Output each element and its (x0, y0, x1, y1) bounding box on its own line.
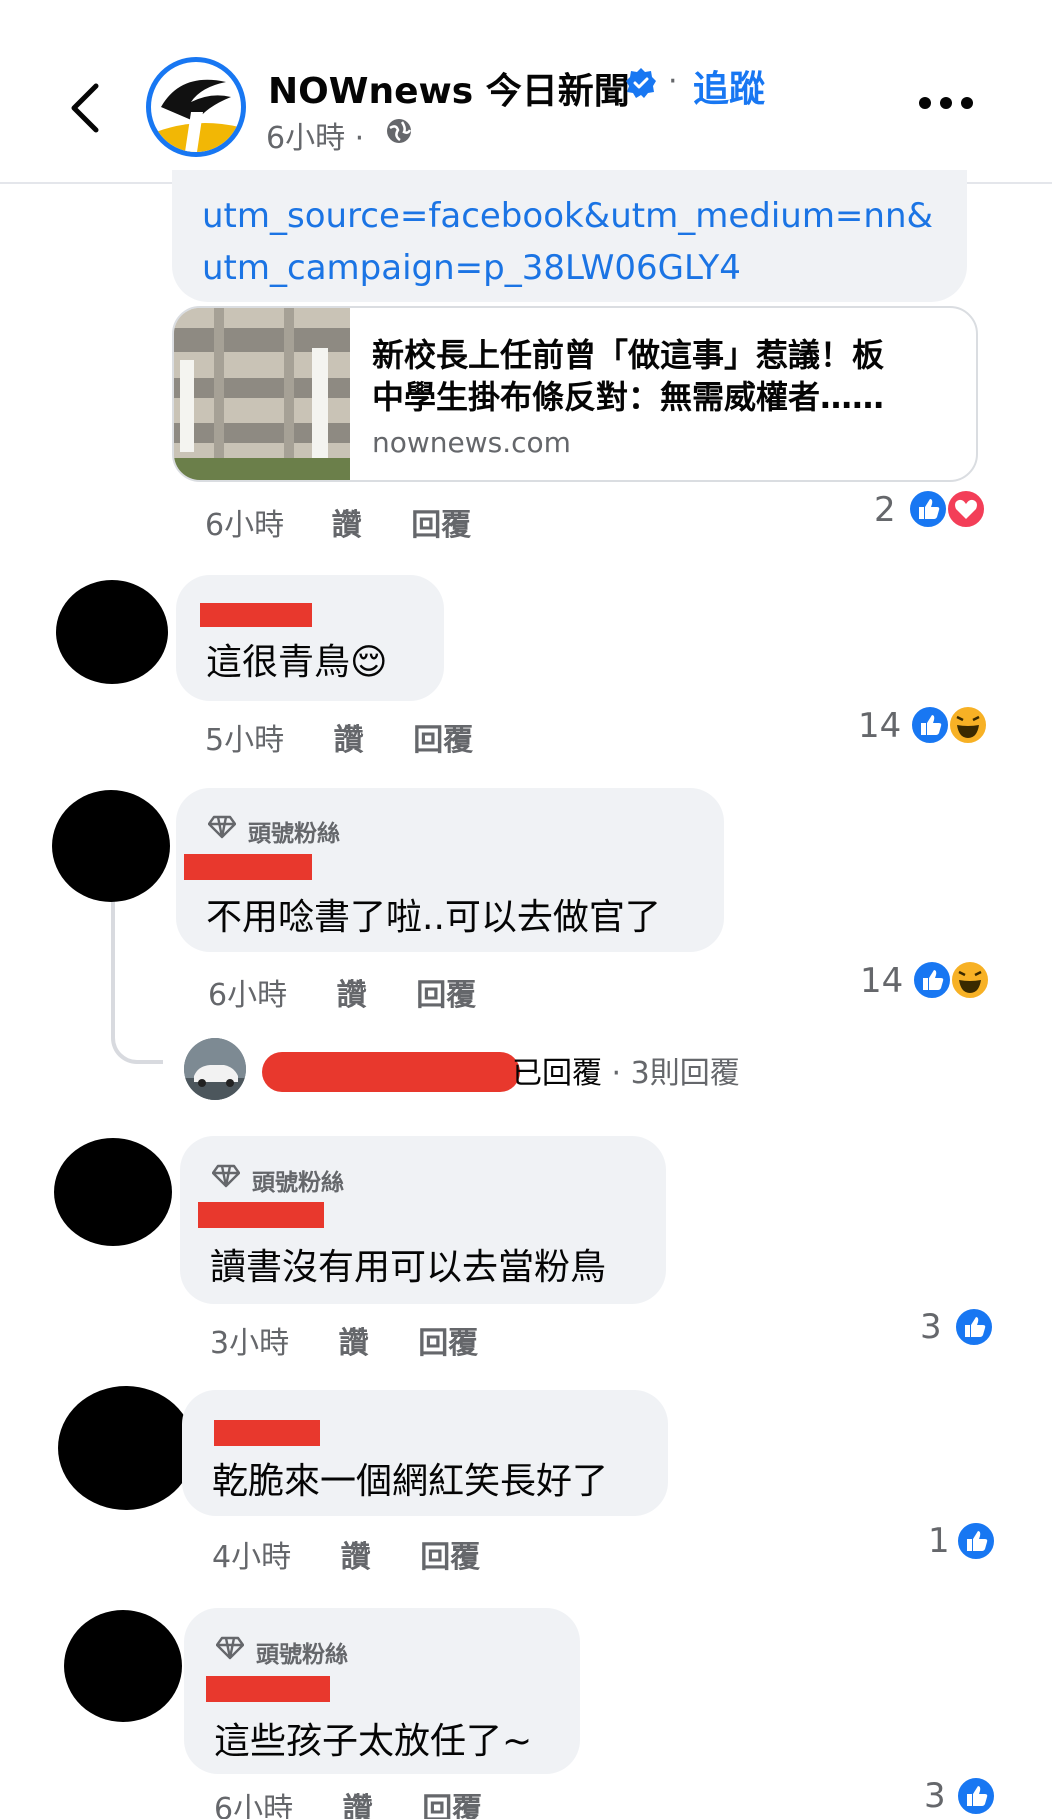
replied-label: 已回覆 (512, 1056, 602, 1091)
comment-time[interactable]: 5小時 (205, 723, 284, 758)
comment-reaction-count[interactable]: 3 (920, 1307, 942, 1347)
follow-button[interactable]: 追蹤 (693, 60, 765, 112)
preview-title[interactable]: 新校長上任前曾「做這事」惹議！板 中學生掛布條反對：無需威權者…… (372, 334, 962, 418)
top-fan-badge: 頭號粉絲 (252, 1170, 344, 1196)
page-name[interactable]: NOWnews 今日新聞 (268, 62, 630, 114)
comment-bubble: 頭號粉絲 讀書沒有用可以去當粉鳥 (180, 1136, 666, 1304)
page-avatar[interactable] (146, 57, 246, 157)
comment-reply-button[interactable]: 回覆 (422, 1792, 482, 1819)
comment-text: 這很青鳥😌 (206, 642, 388, 683)
comment-avatar[interactable] (52, 790, 170, 902)
comment-time[interactable]: 6小時 (208, 978, 287, 1013)
comment-like-button[interactable]: 讚 (341, 1540, 371, 1575)
like-reaction-icon (912, 960, 952, 1000)
comment-avatar[interactable] (56, 580, 168, 684)
comment-meta: 5小時 讚 回覆 (205, 715, 473, 759)
comment-reaction-count[interactable]: 14 (860, 961, 903, 1001)
comment-reaction-count[interactable]: 1 (928, 1521, 950, 1561)
post-like-button[interactable]: 讚 (332, 508, 362, 543)
comment-reaction-count[interactable]: 14 (858, 706, 901, 746)
post-reply-button[interactable]: 回覆 (411, 508, 471, 543)
comment-like-button[interactable]: 讚 (339, 1326, 369, 1361)
back-arrow-icon[interactable] (66, 82, 106, 134)
diamond-fan-icon (216, 1636, 244, 1660)
comment-reply-button[interactable]: 回覆 (420, 1540, 480, 1575)
comment-text: 不用唸書了啦..可以去做官了 (206, 897, 661, 938)
comment-text: 乾脆來一個網紅笑長好了 (212, 1461, 609, 1502)
comment-text: 讀書沒有用可以去當粉鳥 (210, 1247, 607, 1288)
comment-time[interactable]: 6小時 (214, 1792, 293, 1819)
redacted-author-name (214, 1420, 320, 1446)
redacted-author-name (198, 1202, 324, 1228)
comment-like-button[interactable]: 讚 (334, 723, 364, 758)
reply-avatar[interactable] (184, 1038, 246, 1100)
comment-avatar[interactable] (64, 1610, 182, 1722)
comment-meta: 6小時 讚 回覆 (214, 1784, 482, 1819)
redacted-replier-name (262, 1052, 520, 1092)
like-reaction-icon (908, 489, 948, 529)
comment-meta: 4小時 讚 回覆 (212, 1532, 480, 1576)
like-reaction-icon (954, 1307, 994, 1347)
diamond-fan-icon (212, 1164, 240, 1188)
post-link-line-2[interactable]: utm_campaign=p_38LW06GLY4 (202, 242, 937, 294)
replies-summary[interactable]: 已回覆 · 3則回覆 (512, 1048, 740, 1092)
comment-reaction-count[interactable]: 3 (924, 1776, 946, 1816)
replies-count: · 3則回覆 (611, 1056, 740, 1091)
globe-icon (387, 119, 412, 143)
top-fan-badge: 頭號粉絲 (256, 1642, 348, 1668)
comment-like-button[interactable]: 讚 (343, 1792, 373, 1819)
comment-meta: 3小時 讚 回覆 (210, 1318, 478, 1362)
preview-thumbnail (174, 308, 350, 480)
post-header: NOWnews 今日新聞 · 追蹤 6小時 · (0, 0, 1052, 184)
comment-bubble: 這很青鳥😌 (176, 575, 444, 701)
redacted-author-name (206, 1676, 330, 1702)
comment-reply-button[interactable]: 回覆 (418, 1326, 478, 1361)
post-reaction-count[interactable]: 2 (874, 490, 896, 530)
preview-domain: nownews.com (372, 426, 571, 459)
verified-badge-icon (626, 68, 656, 98)
comment-time[interactable]: 4小時 (212, 1540, 291, 1575)
like-reaction-icon (956, 1521, 996, 1561)
like-reaction-icon (956, 1776, 996, 1816)
comment-like-button[interactable]: 讚 (337, 978, 367, 1013)
comment-meta: 6小時 讚 回覆 (208, 970, 476, 1014)
post-meta: 6小時 讚 回覆 (205, 500, 471, 544)
haha-reaction-icon (950, 960, 990, 1000)
preview-title-line-1: 新校長上任前曾「做這事」惹議！板 (372, 336, 885, 374)
like-reaction-icon (910, 705, 950, 745)
comment-bubble: 頭號粉絲 這些孩子太放任了~ (184, 1608, 580, 1774)
preview-title-line-2: 中學生掛布條反對：無需威權者…… (372, 378, 885, 416)
comment-time[interactable]: 3小時 (210, 1326, 289, 1361)
comment-avatar[interactable] (54, 1138, 172, 1246)
post-timestamp[interactable]: 6小時 · (266, 113, 364, 157)
redacted-author-name (184, 854, 312, 880)
comment-bubble: 頭號粉絲 不用唸書了啦..可以去做官了 (176, 788, 724, 952)
diamond-fan-icon (208, 815, 236, 839)
comment-text: 這些孩子太放任了~ (214, 1721, 533, 1762)
comment-bubble: 乾脆來一個網紅笑長好了 (182, 1390, 668, 1516)
link-preview-card[interactable]: 新校長上任前曾「做這事」惹議！板 中學生掛布條反對：無需威權者…… nownew… (172, 306, 978, 482)
comment-avatar[interactable] (58, 1386, 194, 1510)
post-link-bubble: utm_source=facebook&utm_medium=nn& utm_c… (172, 170, 967, 302)
top-fan-badge: 頭號粉絲 (248, 821, 340, 847)
nownews-logo-icon (156, 79, 239, 152)
comment-reply-button[interactable]: 回覆 (416, 978, 476, 1013)
header-separator: · (668, 64, 678, 99)
post-meta-time[interactable]: 6小時 (205, 508, 284, 543)
love-reaction-icon (946, 489, 986, 529)
comment-reply-button[interactable]: 回覆 (413, 723, 473, 758)
more-options-icon[interactable] (918, 96, 974, 110)
redacted-author-name (200, 603, 312, 627)
post-link-line-1[interactable]: utm_source=facebook&utm_medium=nn& (202, 190, 937, 242)
haha-reaction-icon (948, 705, 988, 745)
